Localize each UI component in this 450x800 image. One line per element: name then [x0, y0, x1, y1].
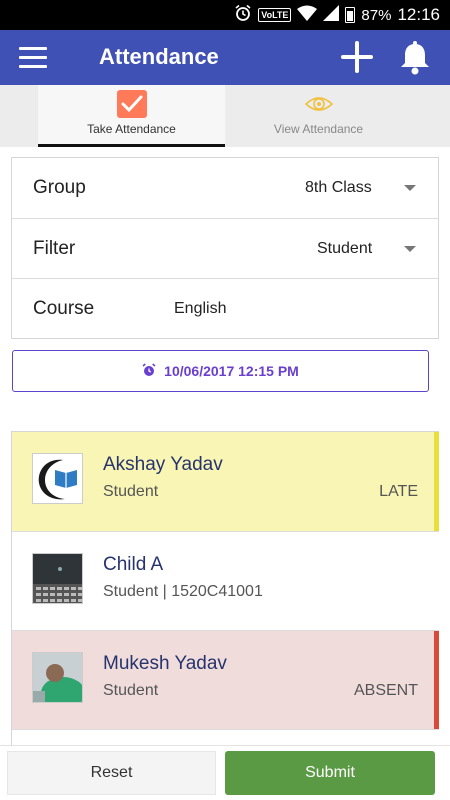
clock: 12:16: [397, 5, 440, 24]
menu-icon[interactable]: [19, 47, 47, 69]
date-time-button[interactable]: 10/06/2017 12:15 PM: [12, 350, 429, 392]
filter-label: Filter: [33, 238, 76, 259]
list-item[interactable]: Child A Student | 1520C41001: [12, 531, 439, 630]
status-bar: VoLTE 87% 12:16: [0, 0, 450, 30]
group-label: Group: [33, 177, 86, 198]
student-subtitle: Student | 1520C41001: [103, 583, 263, 600]
status-badge: ABSENT: [353, 682, 418, 699]
tab-view-attendance[interactable]: View Attendance: [225, 85, 412, 147]
status-stripe: [434, 631, 439, 730]
battery-percent: 87%: [361, 6, 392, 24]
status-stripe: [434, 432, 439, 531]
student-subtitle: Student: [103, 682, 159, 699]
add-icon[interactable]: [340, 40, 374, 74]
chevron-down-icon[interactable]: [404, 246, 416, 252]
alarm-clock-icon: [142, 362, 156, 380]
group-row[interactable]: Group 8th Class: [12, 158, 438, 218]
list-item[interactable]: Akshay Yadav Student LATE: [12, 432, 439, 531]
avatar: [32, 553, 83, 604]
student-subtitle: Student: [103, 483, 159, 500]
checkbox-icon: [116, 90, 147, 118]
bell-icon[interactable]: [398, 40, 432, 76]
student-name: Akshay Yadav: [103, 454, 223, 475]
tab-bar: Take Attendance View Attendance: [0, 85, 450, 147]
group-select[interactable]: 8th Class: [305, 179, 372, 197]
alarm-icon: [234, 4, 252, 26]
tab-label: View Attendance: [273, 122, 364, 136]
app-bar: Attendance: [0, 30, 450, 85]
status-icons: VoLTE 87% 12:16: [234, 0, 440, 30]
battery-icon: [345, 7, 356, 23]
tab-take-attendance[interactable]: Take Attendance: [38, 85, 225, 147]
tab-label: Take Attendance: [87, 122, 176, 136]
list-item[interactable]: Mukesh Yadav Student ABSENT: [12, 630, 439, 730]
student-name: Mukesh Yadav: [103, 653, 227, 674]
filter-card: Group 8th Class Filter Student Course En…: [11, 157, 439, 339]
action-bar: Reset Submit: [0, 745, 450, 800]
avatar: [32, 453, 83, 504]
avatar: [32, 652, 83, 703]
student-name: Child A: [103, 554, 164, 575]
status-badge: LATE: [379, 483, 418, 500]
submit-button[interactable]: Submit: [225, 751, 435, 795]
volte-icon: VoLTE: [258, 8, 292, 22]
page-title: Attendance: [99, 44, 219, 69]
reset-button[interactable]: Reset: [7, 751, 216, 795]
filter-select[interactable]: Student: [317, 240, 372, 258]
filter-row[interactable]: Filter Student: [12, 218, 438, 278]
course-value: English: [174, 300, 227, 317]
eye-icon: [304, 90, 334, 118]
signal-icon: [323, 5, 340, 25]
student-list: Akshay Yadav Student LATE Child A Studen…: [11, 431, 439, 751]
chevron-down-icon[interactable]: [404, 185, 416, 191]
date-time-label: 10/06/2017 12:15 PM: [164, 363, 299, 379]
wifi-icon: [297, 5, 318, 25]
course-label: Course: [33, 298, 95, 319]
course-row: Course English: [12, 278, 438, 338]
